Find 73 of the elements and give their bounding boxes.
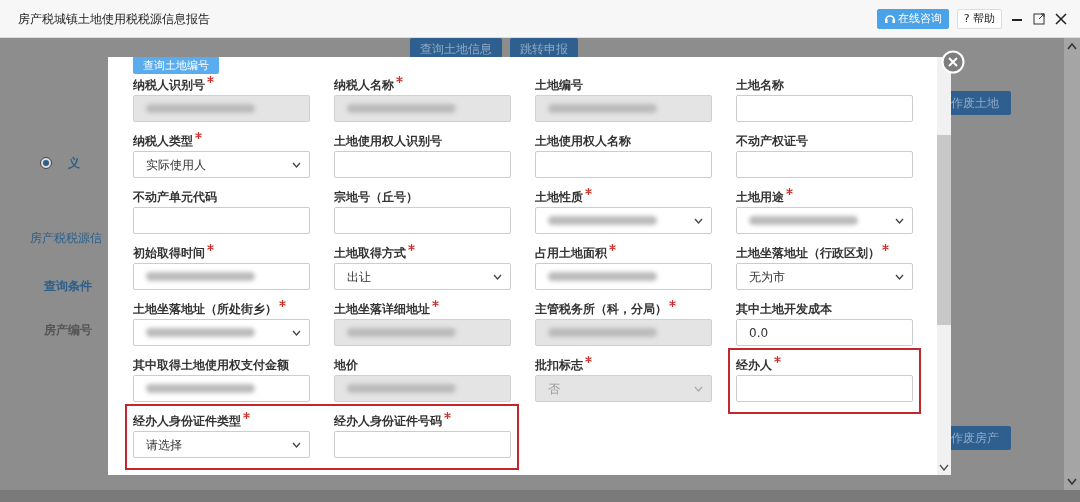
- close-icon[interactable]: [1054, 11, 1068, 26]
- scroll-down-icon[interactable]: [1067, 478, 1077, 486]
- input-field[interactable]: [334, 431, 511, 458]
- query-button[interactable]: 查询土地编号: [133, 57, 219, 74]
- field-label: 经办人身份证件类型: [133, 413, 241, 430]
- field-label: 经办人: [736, 357, 772, 374]
- field-label: 土地使用权人识别号: [334, 133, 442, 150]
- help-button[interactable]: ? 帮助: [956, 8, 1002, 29]
- window-title: 房产税城镇土地使用税税源信息报告: [18, 10, 210, 28]
- field-label: 主管税务所（科，分局）: [535, 301, 667, 318]
- input-field[interactable]: [736, 95, 913, 122]
- action-button[interactable]: 跳转申报: [509, 38, 578, 60]
- section-title: 房产税税源信: [30, 230, 103, 247]
- maximize-icon[interactable]: [1032, 11, 1046, 26]
- headset-icon: [883, 12, 896, 25]
- caret-icon: [493, 273, 502, 280]
- dropdown-field[interactable]: 出让: [334, 263, 511, 290]
- caret-icon: [895, 217, 904, 224]
- field-label: 土地性质: [535, 189, 583, 206]
- input-field[interactable]: [736, 151, 913, 178]
- field-label: 不动产权证号: [736, 133, 808, 150]
- field-label: 其中取得土地使用权支付金额: [133, 357, 289, 374]
- caret-icon: [694, 385, 703, 392]
- input-field[interactable]: [133, 375, 310, 402]
- filter-label: 房产编号: [44, 322, 93, 339]
- dropdown-field[interactable]: [736, 207, 913, 234]
- field-label: 土地使用权人名称: [535, 133, 631, 150]
- field-label: 纳税人名称: [334, 77, 394, 94]
- input-field[interactable]: [535, 151, 712, 178]
- dialog-scrollbar[interactable]: [937, 57, 951, 475]
- field-label: 其中土地开发成本: [736, 301, 832, 318]
- field-label: 土地编号: [535, 77, 583, 94]
- input-field[interactable]: [133, 207, 310, 234]
- scroll-down-icon[interactable]: [939, 464, 949, 471]
- input-field[interactable]: [334, 207, 511, 234]
- field-label: 纳税人类型: [133, 133, 193, 150]
- action-button[interactable]: 查询土地信息: [409, 38, 502, 60]
- field-label: 土地坐落地址（所处街乡）: [133, 301, 277, 318]
- caret-icon: [292, 441, 301, 448]
- field-label: 初始取得时间: [133, 245, 205, 262]
- field-label: 土地用途: [736, 189, 784, 206]
- input-field[interactable]: 0.0: [736, 319, 913, 346]
- field-label: 土地取得方式: [334, 245, 406, 262]
- scroll-thumb[interactable]: [937, 135, 951, 325]
- dropdown-field[interactable]: 请选择: [133, 431, 310, 458]
- field-label: 占用土地面积: [535, 245, 607, 262]
- caret-icon: [292, 329, 301, 336]
- query-tab[interactable]: 查询条件: [44, 277, 108, 295]
- field-label: 宗地号（丘号）: [334, 189, 418, 206]
- field-label: 经办人身份证件号码: [334, 413, 442, 430]
- field-label: 土地坐落地址（行政区划）: [736, 245, 880, 262]
- input-field[interactable]: [133, 263, 310, 290]
- input-field[interactable]: [334, 151, 511, 178]
- caret-icon: [694, 217, 703, 224]
- consult-button[interactable]: 在线咨询: [876, 8, 949, 29]
- table-link[interactable]: 义: [68, 154, 80, 172]
- field-label: 批扣标志: [535, 357, 583, 374]
- input-field[interactable]: [535, 263, 712, 290]
- radio-button[interactable]: [40, 157, 52, 169]
- dropdown-field[interactable]: 实际使用人: [133, 151, 310, 178]
- field-label: 纳税人识别号: [133, 77, 205, 94]
- field-label: 不动产单元代码: [133, 189, 217, 206]
- field-label: 土地名称: [736, 77, 784, 94]
- caret-icon: [895, 273, 904, 280]
- window-scrollbar[interactable]: [1064, 38, 1080, 490]
- dropdown-field[interactable]: [133, 319, 310, 346]
- caret-icon: [292, 161, 301, 168]
- field-label: 地价: [334, 357, 358, 374]
- input-field[interactable]: [736, 375, 913, 402]
- scroll-up-icon[interactable]: [1067, 42, 1077, 50]
- field-label: 土地坐落详细地址: [334, 301, 430, 318]
- dropdown-field[interactable]: 无为市: [736, 263, 913, 290]
- dropdown-field[interactable]: [535, 207, 712, 234]
